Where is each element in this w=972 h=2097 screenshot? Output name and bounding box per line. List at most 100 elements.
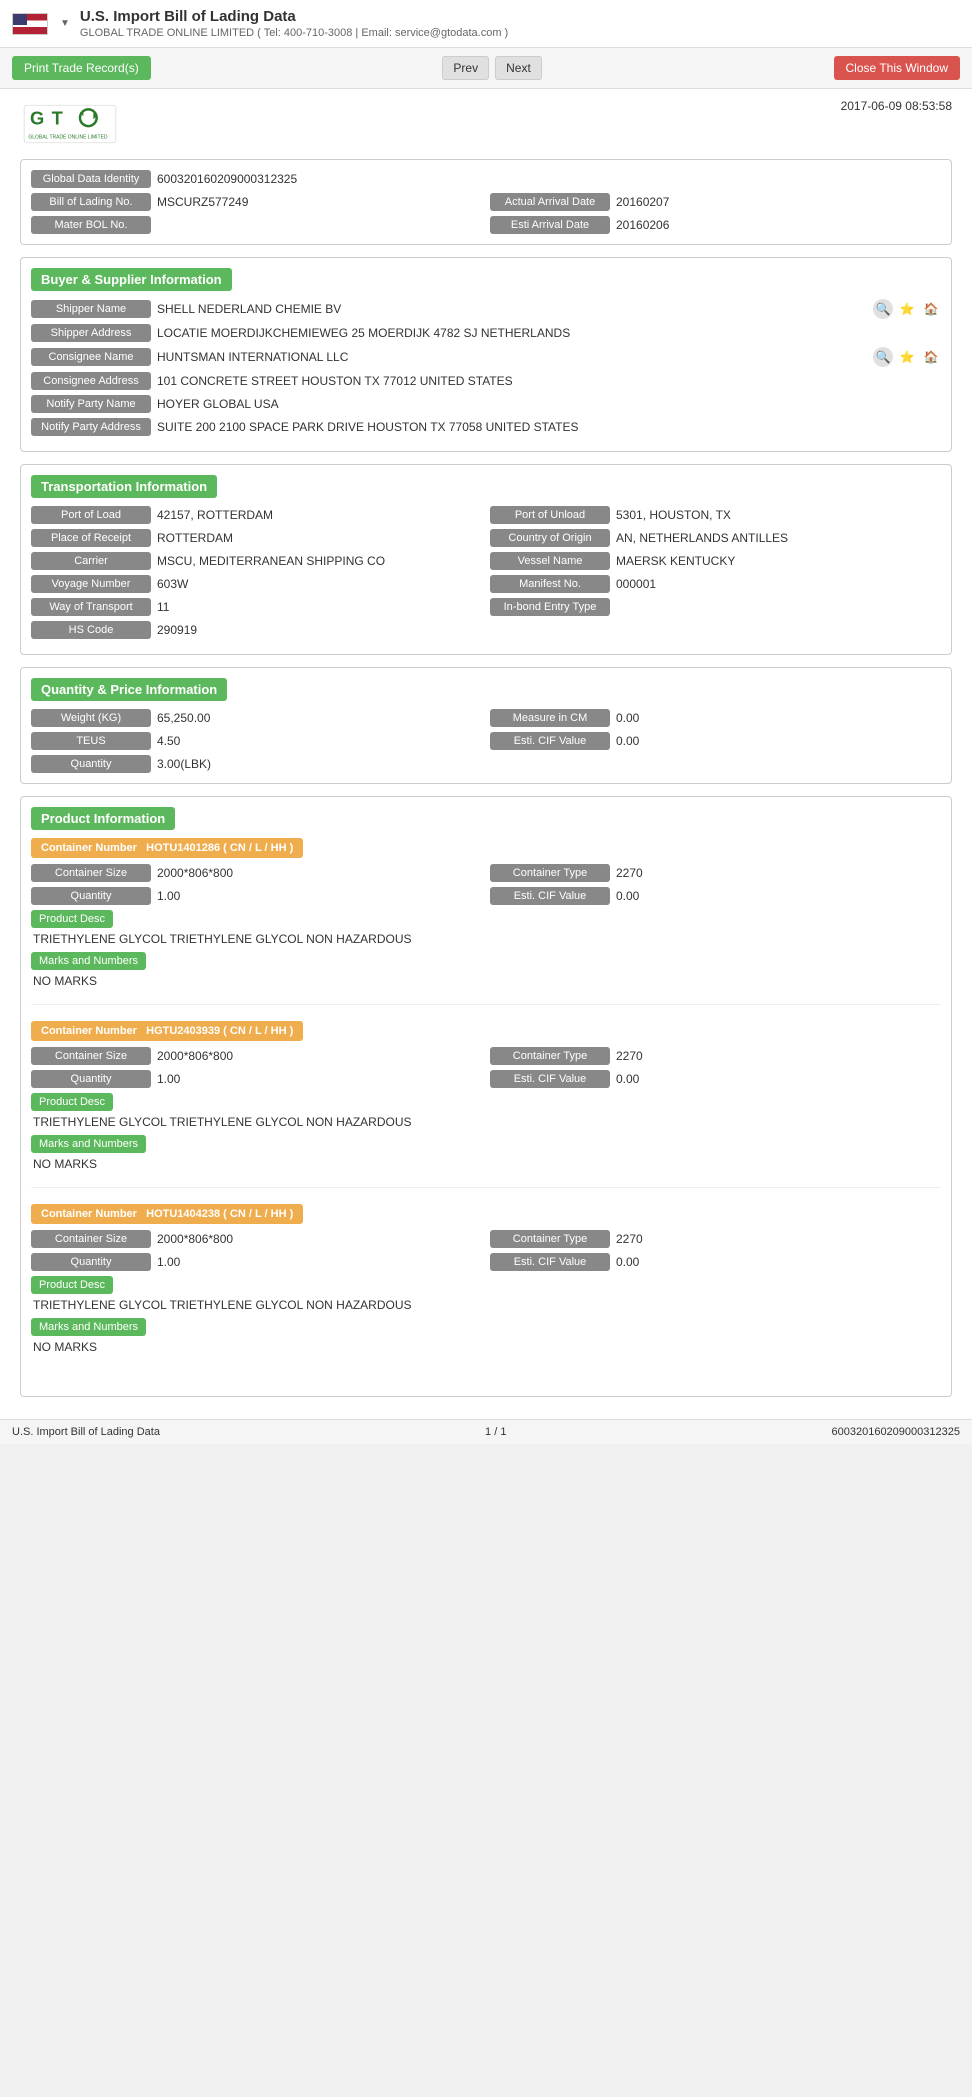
container-type-row-0: Container Type 2270 — [490, 864, 941, 882]
footer-left: U.S. Import Bill of Lading Data — [12, 1426, 160, 1438]
svg-text:G: G — [30, 107, 44, 128]
product-desc-btn-2: Product Desc — [31, 1276, 113, 1294]
container-size-label-2: Container Size — [31, 1230, 151, 1248]
container-number-value-2: HOTU1404238 ( CN / L / HH ) — [146, 1208, 293, 1220]
container-size-label-1: Container Size — [31, 1047, 151, 1065]
weight-measure-row: Weight (KG) 65,250.00 Measure in CM 0.00 — [31, 709, 941, 727]
hs-code-label: HS Code — [31, 621, 151, 639]
place-receipt-value: ROTTERDAM — [157, 531, 482, 545]
measure-row: Measure in CM 0.00 — [490, 709, 941, 727]
place-receipt-label: Place of Receipt — [31, 529, 151, 547]
consignee-search-icon[interactable]: 🔍 — [873, 347, 893, 367]
bol-row: Bill of Lading No. MSCURZ577249 — [31, 193, 482, 211]
container-type-label-1: Container Type — [490, 1047, 610, 1065]
print-button[interactable]: Print Trade Record(s) — [12, 56, 151, 80]
shipper-icons: 🔍 ⭐ 🏠 — [873, 299, 941, 319]
container-number-btn-0: Container Number HOTU1401286 ( CN / L / … — [31, 838, 303, 858]
esti-cif-row: Esti. CIF Value 0.00 — [490, 732, 941, 750]
product-info-title: Product Information — [31, 807, 175, 830]
teus-label: TEUS — [31, 732, 151, 750]
header-section: G T GLOBAL TRADE ONLINE LIMITED 2017-06-… — [20, 99, 952, 149]
product-info-card: Product Information Container Number HOT… — [20, 796, 952, 1397]
consignee-home-icon[interactable]: 🏠 — [921, 347, 941, 367]
shipper-star-icon[interactable]: ⭐ — [897, 299, 917, 319]
consignee-address-value: 101 CONCRETE STREET HOUSTON TX 77012 UNI… — [157, 374, 941, 388]
product-block-0: Container Number HOTU1401286 ( CN / L / … — [31, 838, 941, 1005]
qty-row-0: Quantity 1.00 — [31, 887, 482, 905]
consignee-name-row: Consignee Name HUNTSMAN INTERNATIONAL LL… — [31, 347, 941, 367]
toolbar-left: Print Trade Record(s) — [12, 56, 151, 80]
port-load-value: 42157, ROTTERDAM — [157, 508, 482, 522]
vessel-value: MAERSK KENTUCKY — [616, 554, 941, 568]
shipper-name-row: Shipper Name SHELL NEDERLAND CHEMIE BV 🔍… — [31, 299, 941, 319]
port-load-row: Port of Load 42157, ROTTERDAM — [31, 506, 482, 524]
consignee-star-icon[interactable]: ⭐ — [897, 347, 917, 367]
company-logo: G T GLOBAL TRADE ONLINE LIMITED — [20, 99, 120, 149]
qty-label-2: Quantity — [31, 1253, 151, 1271]
notify-party-address-label: Notify Party Address — [31, 418, 151, 436]
shipper-address-value: LOCATIE MOERDIJKCHEMIEWEG 25 MOERDIJK 47… — [157, 326, 941, 340]
footer-center: 1 / 1 — [485, 1426, 506, 1438]
esti-arrival-row: Esti Arrival Date 20160206 — [490, 216, 941, 234]
marks-text-2: NO MARKS — [31, 1340, 941, 1354]
container-size-type-row-0: Container Size 2000*806*800 Container Ty… — [31, 864, 941, 882]
marks-text-1: NO MARKS — [31, 1157, 941, 1171]
footer-bar: U.S. Import Bill of Lading Data 1 / 1 60… — [0, 1419, 972, 1444]
shipper-search-icon[interactable]: 🔍 — [873, 299, 893, 319]
us-flag-icon — [12, 13, 48, 35]
consignee-name-label: Consignee Name — [31, 348, 151, 366]
qty-value-0: 1.00 — [157, 889, 482, 903]
app-title: U.S. Import Bill of Lading Data — [80, 8, 508, 25]
container-type-value-2: 2270 — [616, 1232, 941, 1246]
product-desc-text-1: TRIETHYLENE GLYCOL TRIETHYLENE GLYCOL NO… — [31, 1115, 941, 1129]
voyage-manifest-row: Voyage Number 603W Manifest No. 000001 — [31, 575, 941, 593]
container-type-label-0: Container Type — [490, 864, 610, 882]
container-number-btn-2: Container Number HOTU1404238 ( CN / L / … — [31, 1204, 303, 1224]
port-unload-label: Port of Unload — [490, 506, 610, 524]
product-desc-btn-0: Product Desc — [31, 910, 113, 928]
teus-row: TEUS 4.50 — [31, 732, 482, 750]
shipper-name-label: Shipper Name — [31, 300, 151, 318]
container-number-value-0: HOTU1401286 ( CN / L / HH ) — [146, 842, 293, 854]
dropdown-arrow-icon[interactable]: ▼ — [60, 18, 70, 29]
voyage-label: Voyage Number — [31, 575, 151, 593]
notify-party-name-value: HOYER GLOBAL USA — [157, 397, 941, 411]
container-size-value-2: 2000*806*800 — [157, 1232, 482, 1246]
carrier-row: Carrier MSCU, MEDITERRANEAN SHIPPING CO — [31, 552, 482, 570]
cif-label-2: Esti. CIF Value — [490, 1253, 610, 1271]
close-button[interactable]: Close This Window — [834, 56, 960, 80]
carrier-value: MSCU, MEDITERRANEAN SHIPPING CO — [157, 554, 482, 568]
notify-party-address-value: SUITE 200 2100 SPACE PARK DRIVE HOUSTON … — [157, 420, 941, 434]
product-desc-text-2: TRIETHYLENE GLYCOL TRIETHYLENE GLYCOL NO… — [31, 1298, 941, 1312]
next-button[interactable]: Next — [495, 56, 542, 80]
quantity-price-card: Quantity & Price Information Weight (KG)… — [20, 667, 952, 784]
svg-text:GLOBAL TRADE ONLINE LIMITED: GLOBAL TRADE ONLINE LIMITED — [28, 135, 108, 141]
hs-code-value: 290919 — [157, 623, 941, 637]
shipper-home-icon[interactable]: 🏠 — [921, 299, 941, 319]
toolbar: Print Trade Record(s) Prev Next Close Th… — [0, 48, 972, 89]
way-transport-row: Way of Transport 11 — [31, 598, 482, 616]
quantity-row: Quantity 3.00(LBK) — [31, 755, 941, 773]
weight-label: Weight (KG) — [31, 709, 151, 727]
prev-button[interactable]: Prev — [442, 56, 489, 80]
timestamp: 2017-06-09 08:53:58 — [841, 99, 952, 113]
container-size-row-1: Container Size 2000*806*800 — [31, 1047, 482, 1065]
product-desc-btn-1: Product Desc — [31, 1093, 113, 1111]
bol-value: MSCURZ577249 — [157, 195, 482, 209]
container-type-value-0: 2270 — [616, 866, 941, 880]
identity-card: Global Data Identity 6003201602090003123… — [20, 159, 952, 245]
country-origin-row: Country of Origin AN, NETHERLANDS ANTILL… — [490, 529, 941, 547]
container-number-value-1: HGTU2403939 ( CN / L / HH ) — [146, 1025, 293, 1037]
svg-text:T: T — [52, 107, 63, 128]
measure-label: Measure in CM — [490, 709, 610, 727]
top-bar: ▼ U.S. Import Bill of Lading Data GLOBAL… — [0, 0, 972, 48]
notify-party-address-row: Notify Party Address SUITE 200 2100 SPAC… — [31, 418, 941, 436]
identity-value: 600320160209000312325 — [157, 172, 941, 186]
marks-btn-2: Marks and Numbers — [31, 1318, 146, 1336]
hs-code-row: HS Code 290919 — [31, 621, 941, 639]
product-block-2: Container Number HOTU1404238 ( CN / L / … — [31, 1204, 941, 1370]
qty-row-1: Quantity 1.00 — [31, 1070, 482, 1088]
qty-cif-row-0: Quantity 1.00 Esti. CIF Value 0.00 — [31, 887, 941, 905]
manifest-row: Manifest No. 000001 — [490, 575, 941, 593]
esti-cif-label: Esti. CIF Value — [490, 732, 610, 750]
